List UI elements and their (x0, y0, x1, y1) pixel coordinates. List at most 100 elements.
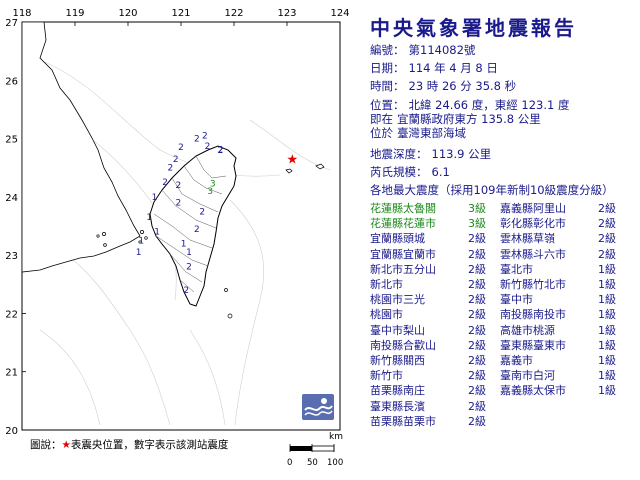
scale-labels: 0 50 100 (287, 458, 357, 470)
intensity-level: 2級 (598, 217, 616, 231)
intensity-station-name: 臺北市 (500, 262, 533, 276)
intensity-station-name: 嘉義縣阿里山 (500, 202, 566, 215)
station-intensity: 2 (202, 132, 208, 142)
lon-tick-label: 124 (330, 8, 349, 19)
intensity-level: 2級 (468, 278, 486, 291)
intensity-station-name: 花蓮縣太魯閣 (370, 202, 436, 215)
scale-label-50: 50 (307, 458, 318, 468)
report-panel: 中央氣象署地震報告 編號： 第114082號 日期： 114 年 4 月 8 日 時… (360, 0, 640, 480)
report-number: 編號： 第114082號 (370, 42, 475, 58)
intensity-level: 2級 (468, 247, 486, 261)
intensity-level: 2級 (468, 308, 486, 322)
earthquake-map[interactable]: 118 119 120 121 122 123 1242726252423222120 (0, 0, 360, 480)
report-title: 中央氣象署地震報告 (370, 16, 577, 40)
intensity-level: 2級 (598, 247, 616, 261)
lat-tick-label: 25 (5, 135, 18, 146)
intensity-level: 2級 (468, 414, 486, 428)
report-region-label: 位於 (370, 126, 393, 140)
intensity-station-name: 宜蘭縣宜蘭市 (370, 247, 436, 261)
report-magnitude-label: 芮氏規模： (370, 165, 428, 179)
station-intensity: 2 (162, 178, 168, 188)
intensity-level: 2級 (468, 262, 486, 276)
station-intensity: 2 (199, 207, 205, 217)
legend-description: 表震央位置，數字表示該測站震度 (70, 439, 229, 451)
station-intensity: 2 (175, 199, 181, 209)
intensity-station-name: 桃園市三光 (370, 293, 425, 307)
report-date-label: 日期： (370, 61, 405, 75)
intensity-station-name: 雲林縣草嶺 (500, 232, 555, 246)
station-intensity: 2 (205, 142, 211, 152)
report-number-value: 第114082號 (408, 43, 476, 57)
intensity-level: 1級 (598, 293, 616, 307)
station-intensity: 1 (146, 213, 152, 223)
intensity-station-name: 苗栗縣苗栗市 (370, 414, 436, 428)
intensity-station-name: 彰化縣彰化市 (500, 217, 566, 231)
intensity-level: 2級 (598, 202, 616, 215)
intensity-station-name: 嘉義市 (500, 354, 533, 367)
intensity-level: 2級 (468, 338, 486, 352)
report-number-label: 編號： (370, 43, 405, 57)
station-intensity: 2 (168, 164, 174, 174)
epicenter-star-icon[interactable]: ★ (286, 152, 298, 167)
intensity-station-name: 新北市 (370, 278, 403, 291)
lat-tick-label: 22 (5, 309, 18, 320)
report-magnitude: 芮氏規模： 6.1 (370, 164, 450, 180)
intensity-station-name: 臺東縣長濱 (370, 399, 425, 413)
intensity-level: 1級 (598, 308, 616, 322)
intensity-level: 2級 (468, 232, 486, 246)
lat-tick-label: 27 (5, 18, 18, 29)
station-intensity: 2 (183, 286, 189, 296)
intensity-station-name: 臺南市白河 (500, 369, 555, 383)
lon-tick-label: 123 (277, 8, 296, 19)
station-intensity: 1 (181, 239, 187, 249)
scale-bar (289, 444, 335, 452)
intensity-level: 2級 (468, 369, 486, 383)
intensity-station-name: 嘉義縣太保市 (500, 384, 566, 398)
station-intensity: 2 (175, 181, 181, 191)
station-intensity: 2 (173, 155, 179, 165)
intensity-station-name: 南投縣南投市 (500, 308, 566, 322)
intensity-station-name: 宜蘭縣頭城 (370, 232, 425, 246)
intensity-level: 1級 (598, 369, 616, 383)
intensity-station-name: 花蓮縣花蓮市 (370, 217, 436, 231)
station-intensity: 1 (154, 228, 160, 238)
scale-label-100: 100 (327, 458, 344, 468)
intensity-station-name: 雲林縣斗六市 (500, 247, 566, 261)
intensity-station-name: 新竹市 (370, 369, 403, 383)
station-intensity: 2 (178, 143, 184, 153)
intensity-level: 2級 (598, 232, 616, 246)
intensity-level: 1級 (598, 323, 616, 337)
lon-tick-label: 120 (118, 8, 137, 19)
report-depth-label: 地震深度： (370, 147, 428, 161)
report-time: 時間： 23 時 26 分 35.8 秒 (370, 78, 516, 94)
station-intensity: 1 (152, 193, 158, 203)
legend-prefix: 圖說： (30, 439, 62, 451)
intensity-level: 1級 (598, 354, 616, 367)
station-intensity: 3 (207, 187, 213, 197)
intensity-level: 1級 (598, 384, 616, 398)
report-time-value: 23 時 26 分 35.8 秒 (408, 79, 517, 93)
station-intensity: 2 (194, 134, 200, 144)
intensity-level: 1級 (598, 262, 616, 276)
scale-label-0: 0 (287, 458, 293, 468)
intensity-station-name: 臺中市梨山 (370, 323, 425, 337)
station-intensity: 1 (138, 236, 144, 246)
intensity-header: 各地最大震度（採用109年新制10級震度分級） (370, 183, 614, 197)
map-panel: 118 119 120 121 122 123 124 27 26 25 24 23 22 21 20 (0, 0, 360, 480)
intensity-level: 2級 (468, 323, 486, 337)
cwa-logo (302, 394, 334, 420)
intensity-level: 2級 (468, 384, 486, 398)
intensity-station-name: 新竹縣關西 (370, 354, 425, 367)
legend-star-icon: ★ (61, 439, 71, 451)
lon-tick-label: 122 (224, 8, 243, 19)
intensity-level: 3級 (468, 217, 486, 231)
intensity-level: 1級 (598, 278, 616, 291)
report-depth-value: 113.9 公里 (431, 147, 492, 161)
intensity-level: 1級 (598, 338, 616, 352)
intensity-station-name: 苗栗縣南庄 (370, 384, 425, 398)
scale-unit: km (329, 432, 343, 442)
report-region: 位於 臺灣東部海域 (370, 125, 466, 141)
intensity-level: 2級 (468, 354, 486, 367)
lon-tick-label: 119 (65, 8, 84, 19)
intensity-station-name: 高雄市桃源 (500, 323, 555, 337)
